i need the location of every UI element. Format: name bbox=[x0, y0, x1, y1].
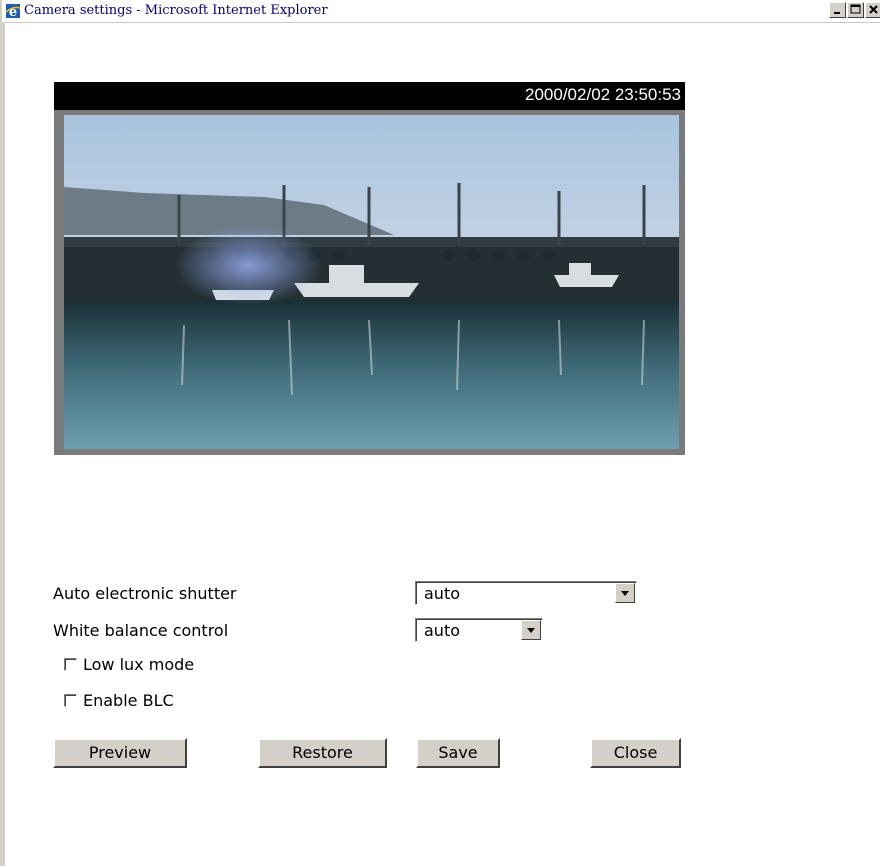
blc-row: Enable BLC bbox=[64, 691, 174, 710]
close-icon bbox=[869, 5, 878, 14]
shutter-label: Auto electronic shutter bbox=[53, 584, 237, 603]
video-frame: 2000/02/02 23:50:53 bbox=[54, 82, 685, 455]
restore-button[interactable]: Restore bbox=[258, 738, 387, 768]
window-title: Camera settings - Microsoft Internet Exp… bbox=[24, 3, 328, 18]
maximize-icon bbox=[850, 4, 861, 14]
low-lux-row: Low lux mode bbox=[64, 655, 194, 674]
minimize-button[interactable] bbox=[829, 2, 846, 18]
browser-window: e Camera settings - Microsoft Internet E… bbox=[0, 0, 880, 866]
timestamp-bar: 2000/02/02 23:50:53 bbox=[54, 82, 685, 110]
low-lux-checkbox[interactable] bbox=[64, 658, 77, 671]
shutter-value: auto bbox=[424, 584, 461, 603]
window-left-edge bbox=[2, 22, 5, 866]
window-controls bbox=[828, 2, 880, 18]
white-balance-label: White balance control bbox=[53, 621, 229, 640]
blc-checkbox[interactable] bbox=[64, 694, 77, 707]
chevron-down-icon[interactable] bbox=[615, 583, 635, 603]
close-window-button[interactable] bbox=[865, 2, 880, 18]
white-balance-select[interactable]: auto bbox=[415, 618, 543, 642]
low-lux-label: Low lux mode bbox=[83, 655, 195, 674]
title-bar: e Camera settings - Microsoft Internet E… bbox=[2, 0, 880, 23]
camera-image bbox=[64, 115, 679, 449]
close-button[interactable]: Close bbox=[590, 738, 681, 768]
timestamp: 2000/02/02 23:50:53 bbox=[525, 85, 681, 104]
white-balance-value: auto bbox=[424, 621, 461, 640]
blc-label: Enable BLC bbox=[83, 691, 174, 710]
preview-button[interactable]: Preview bbox=[53, 738, 187, 768]
save-button[interactable]: Save bbox=[416, 738, 500, 768]
chevron-down-icon[interactable] bbox=[521, 620, 541, 640]
ie-icon: e bbox=[5, 4, 21, 19]
maximize-button[interactable] bbox=[847, 2, 864, 18]
minimize-icon bbox=[834, 12, 840, 14]
shutter-select[interactable]: auto bbox=[415, 581, 637, 605]
